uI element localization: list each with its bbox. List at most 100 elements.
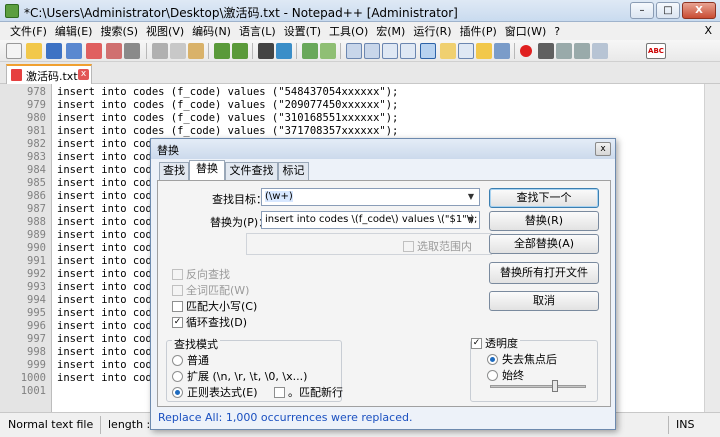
save-all-icon[interactable]	[66, 43, 82, 59]
in-selection-checkbox[interactable]: 选取范围内	[403, 238, 472, 254]
replace-button[interactable]: 替换(R)	[489, 211, 599, 231]
redo-icon[interactable]	[232, 43, 248, 59]
show-all-chars-icon[interactable]	[400, 43, 416, 59]
tab-mark[interactable]: 标记	[278, 162, 309, 180]
word-wrap-icon[interactable]	[382, 43, 398, 59]
menu-language[interactable]: 语言(L)	[235, 23, 280, 39]
transparency-slider-track[interactable]	[490, 385, 586, 388]
paste-icon[interactable]	[188, 43, 204, 59]
menu-search[interactable]: 搜索(S)	[96, 23, 142, 39]
mode-normal-radio[interactable]: 普通	[172, 352, 209, 368]
function-list-icon[interactable]	[458, 43, 474, 59]
menu-edit[interactable]: 编辑(E)	[51, 23, 97, 39]
code-line[interactable]: insert into cod	[57, 359, 152, 372]
print-icon[interactable]	[124, 43, 140, 59]
maximize-button[interactable]: □	[656, 2, 680, 19]
transparency-checkbox[interactable]: ✓ 透明度	[471, 335, 520, 351]
tab-find-in-files[interactable]: 文件查找	[225, 162, 278, 180]
menu-window[interactable]: 窗口(W)	[501, 23, 550, 39]
replace-icon[interactable]	[276, 43, 292, 59]
code-line[interactable]: insert into codes (f_code) values ("3101…	[57, 112, 398, 125]
code-line[interactable]: insert into cod	[57, 255, 152, 268]
dialog-close-button[interactable]: x	[595, 142, 611, 156]
code-line[interactable]: insert into cod	[57, 190, 152, 203]
code-line[interactable]: insert into cod	[57, 177, 152, 190]
menu-settings[interactable]: 设置(T)	[280, 23, 325, 39]
undo-icon[interactable]	[214, 43, 230, 59]
menu-plugins[interactable]: 插件(P)	[456, 23, 501, 39]
close-all-icon[interactable]	[106, 43, 122, 59]
code-line[interactable]: insert into codes (f_code) values ("3717…	[57, 125, 398, 138]
menu-run[interactable]: 运行(R)	[409, 23, 455, 39]
backward-checkbox[interactable]: 反向查找	[172, 266, 230, 282]
code-line[interactable]: insert into cod	[57, 307, 152, 320]
match-case-checkbox[interactable]: 匹配大小写(C)	[172, 298, 257, 314]
chevron-down-icon[interactable]: ▼	[464, 190, 478, 204]
new-file-icon[interactable]	[6, 43, 22, 59]
menu-tools[interactable]: 工具(O)	[325, 23, 372, 39]
mode-extended-radio[interactable]: 扩展 (\n, \r, \t, \0, \x...)	[172, 368, 307, 384]
save-macro-icon[interactable]	[592, 43, 608, 59]
dot-matches-newline-checkbox[interactable]: 。匹配新行	[274, 384, 343, 400]
mode-regex-radio[interactable]: 正则表达式(E)	[172, 384, 258, 400]
code-line[interactable]: insert into cod	[57, 164, 152, 177]
record-macro-icon[interactable]	[520, 45, 532, 57]
transparency-slider-thumb[interactable]	[552, 380, 559, 392]
code-line[interactable]: insert into codes (f_code) values ("5484…	[57, 86, 398, 99]
menu-help[interactable]: ?	[550, 25, 564, 38]
tab-replace[interactable]: 替换	[189, 160, 225, 181]
code-line[interactable]: insert into cod	[57, 229, 152, 242]
sync-vertical-icon[interactable]	[346, 43, 362, 59]
code-line[interactable]: insert into cod	[57, 346, 152, 359]
indent-guide-icon[interactable]	[420, 43, 436, 59]
save-icon[interactable]	[46, 43, 62, 59]
stop-record-icon[interactable]	[538, 43, 554, 59]
code-line[interactable]: insert into cod	[57, 333, 152, 346]
menu-file[interactable]: 文件(F)	[6, 23, 51, 39]
document-tab[interactable]: 激活码.txt x	[6, 64, 92, 84]
find-icon[interactable]	[258, 43, 274, 59]
close-window-button[interactable]: X	[682, 2, 716, 19]
open-file-icon[interactable]	[26, 43, 42, 59]
code-line[interactable]: insert into codes (f_code) values ("2090…	[57, 99, 398, 112]
run-macro-multiple-icon[interactable]	[574, 43, 590, 59]
close-icon[interactable]	[86, 43, 102, 59]
code-line[interactable]: insert into cod	[57, 203, 152, 216]
code-line[interactable]: insert into cod	[57, 216, 152, 229]
menu-macro[interactable]: 宏(M)	[372, 23, 409, 39]
transparency-on-lose-focus-radio[interactable]: 失去焦点后	[487, 351, 557, 367]
code-line[interactable]: insert into cod	[57, 268, 152, 281]
transparency-always-radio[interactable]: 始终	[487, 367, 524, 383]
play-macro-icon[interactable]	[556, 43, 572, 59]
minimize-button[interactable]: –	[630, 2, 654, 19]
close-document-button[interactable]: X	[704, 24, 712, 37]
spellcheck-icon[interactable]: ABC	[646, 43, 666, 59]
cut-icon[interactable]	[152, 43, 168, 59]
replace-all-open-docs-button[interactable]: 替换所有打开文件	[489, 262, 599, 284]
replace-with-combobox[interactable]: insert into codes \(f_code\) values \("$…	[261, 211, 480, 229]
replace-all-button[interactable]: 全部替换(A)	[489, 234, 599, 254]
menu-encoding[interactable]: 编码(N)	[188, 23, 235, 39]
close-tab-icon[interactable]: x	[78, 69, 89, 80]
sync-horizontal-icon[interactable]	[364, 43, 380, 59]
whole-word-checkbox[interactable]: 全词匹配(W)	[172, 282, 249, 298]
find-next-button[interactable]: 查找下一个	[489, 188, 599, 208]
monitor-icon[interactable]	[494, 43, 510, 59]
code-line[interactable]: insert into cod	[57, 151, 152, 164]
tab-find[interactable]: 查找	[159, 162, 189, 180]
find-what-combobox[interactable]: (\w+) ▼	[261, 188, 480, 206]
wrap-around-checkbox[interactable]: ✓ 循环查找(D)	[172, 314, 247, 330]
zoom-in-icon[interactable]	[302, 43, 318, 59]
menu-view[interactable]: 视图(V)	[142, 23, 188, 39]
vertical-scrollbar[interactable]	[704, 84, 720, 412]
chevron-down-icon[interactable]: ▼	[464, 213, 478, 227]
code-line[interactable]: insert into codes	[57, 138, 164, 151]
zoom-out-icon[interactable]	[320, 43, 336, 59]
doc-map-icon[interactable]	[440, 43, 456, 59]
copy-icon[interactable]	[170, 43, 186, 59]
code-line[interactable]: insert into cod	[57, 242, 152, 255]
code-line[interactable]: insert into cod	[57, 281, 152, 294]
code-line[interactable]: insert into cod	[57, 320, 152, 333]
code-line[interactable]: insert into cod	[57, 294, 152, 307]
folder-workspace-icon[interactable]	[476, 43, 492, 59]
